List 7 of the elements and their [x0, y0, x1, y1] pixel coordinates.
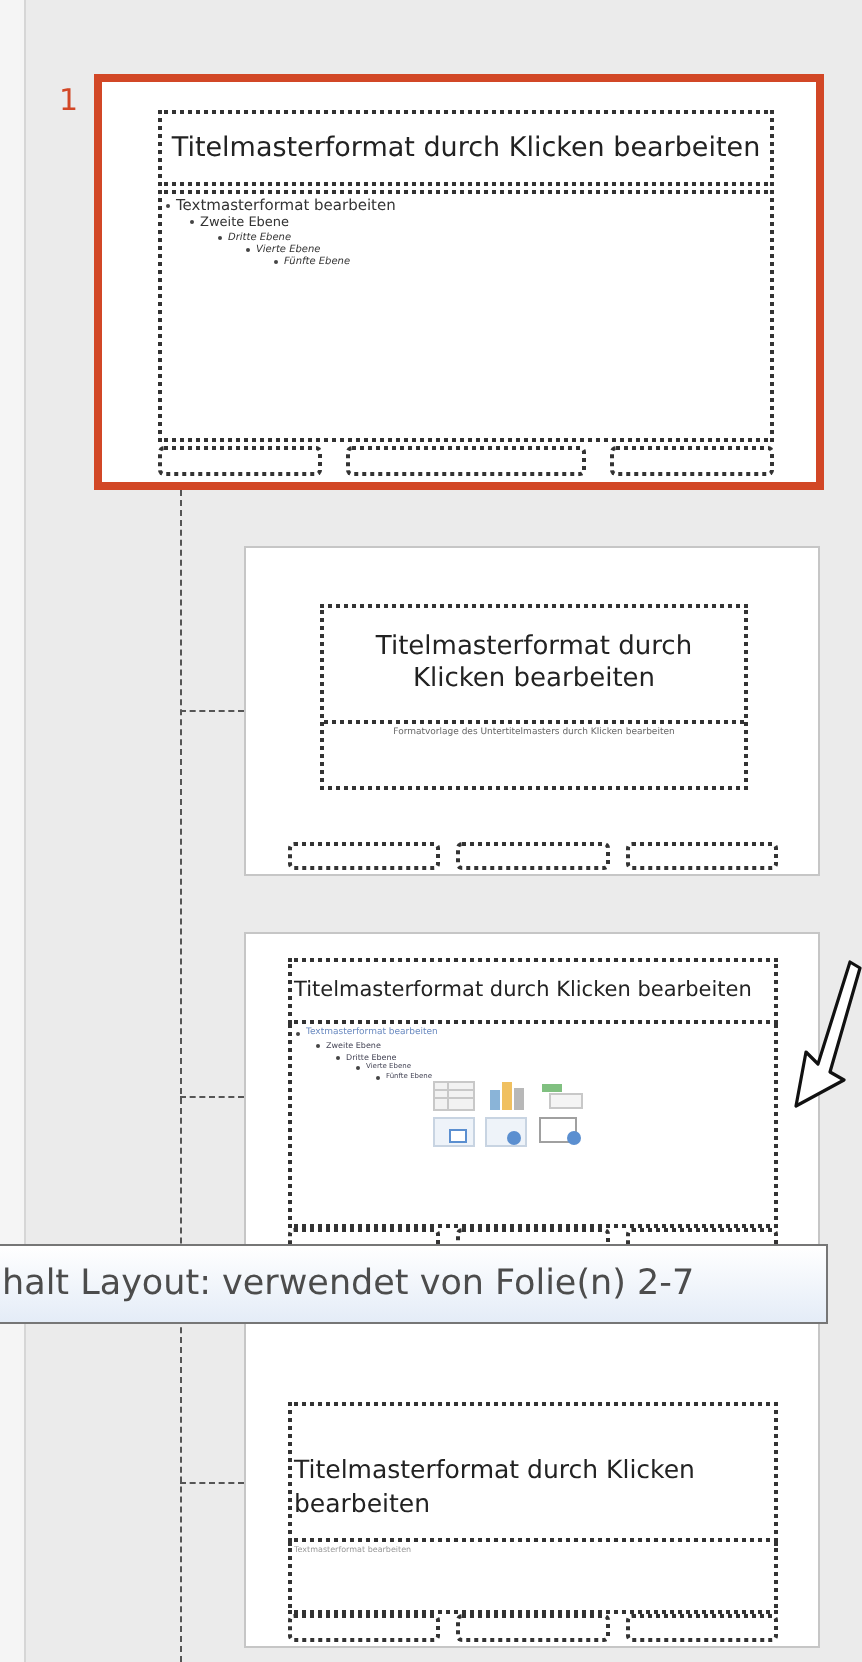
title-placeholder: Titelmasterformat durch Klicken bearbeiten — [324, 608, 744, 724]
tooltip: halt Layout: verwendet von Folie(n) 2-7 — [0, 1244, 828, 1324]
slide-number: 1 — [56, 80, 78, 118]
title-placeholder: Titelmasterformat durch Klicken bearbeiten — [158, 110, 774, 186]
title-placeholder: Titelmasterformat durch Klicken bearbeiten — [288, 1402, 778, 1542]
mouse-pointer-icon — [790, 956, 862, 1112]
title-placeholder: Titelmasterformat durch Klicken bearbeiten — [288, 958, 778, 1024]
